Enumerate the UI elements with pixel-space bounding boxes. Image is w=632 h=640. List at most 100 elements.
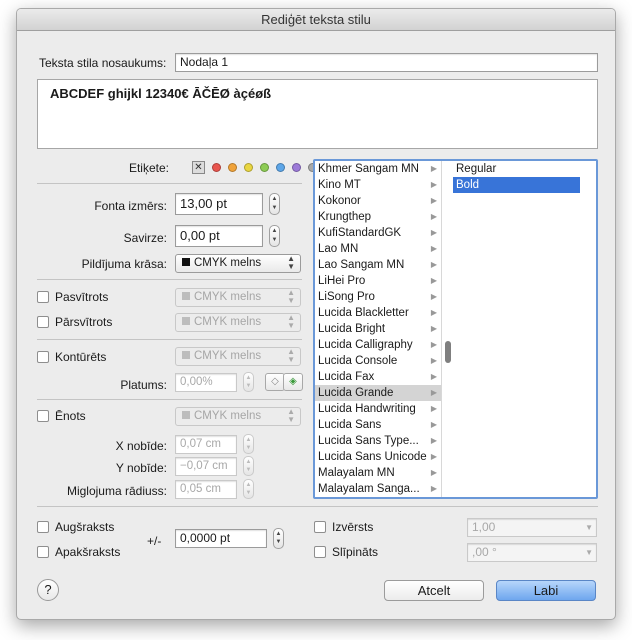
help-button[interactable]: ? — [37, 579, 59, 601]
tag-color-dot[interactable] — [212, 163, 221, 172]
font-family-name: LiSong Pro — [318, 291, 375, 303]
tag-color-dot[interactable] — [228, 163, 237, 172]
x-offset-stepper[interactable]: ▲ ▼ — [243, 434, 254, 454]
strikethrough-checkbox[interactable] — [37, 316, 49, 328]
font-family-item[interactable]: Lucida Calligraphy ▶ — [315, 337, 441, 353]
disclosure-arrow-icon: ▶ — [430, 372, 437, 381]
divider — [37, 279, 302, 280]
blur-radius-input[interactable]: 0,05 cm — [175, 480, 237, 499]
font-family-item[interactable]: Malayalam Sanga... ▶ — [315, 481, 441, 497]
font-family-item[interactable]: Lucida Console ▶ — [315, 353, 441, 369]
tag-color-dot[interactable] — [260, 163, 269, 172]
superscript-checkbox[interactable] — [37, 521, 49, 533]
font-family-item[interactable]: Lucida Grande ▶ — [315, 385, 441, 401]
extended-value: 1,00 — [472, 520, 496, 534]
font-family-item[interactable]: Lucida Bright ▶ — [315, 321, 441, 337]
font-family-item[interactable]: Krungthep ▶ — [315, 209, 441, 225]
font-family-item[interactable]: Lucida Handwriting ▶ — [315, 401, 441, 417]
fill-color-popup[interactable]: CMYK melns ▲ ▼ — [175, 254, 301, 273]
outline-color-value: CMYK melns — [194, 350, 262, 362]
fill-color-value: CMYK melns — [194, 257, 262, 269]
strikethrough-color-popup[interactable]: CMYK melns ▲ ▼ — [175, 313, 301, 332]
font-size-stepper[interactable]: ▲ ▼ — [269, 193, 280, 215]
extended-label: Izvērsts — [332, 520, 374, 534]
disclosure-arrow-icon: ▶ — [430, 196, 437, 205]
y-offset-input[interactable]: −0,07 cm — [175, 457, 237, 476]
font-family-item[interactable]: Malayalam MN ▶ — [315, 465, 441, 481]
font-family-scrollbar[interactable] — [444, 161, 452, 497]
font-browser[interactable]: Khmer Sangam MN ▶ Kino MT ▶ Kokonor ▶ Krungthe… — [313, 159, 598, 499]
blur-radius-stepper[interactable]: ▲ ▼ — [243, 479, 254, 499]
font-family-item[interactable]: Lucida Sans Unicode ▶ — [315, 449, 441, 465]
font-family-name: Lucida Sans Unicode — [318, 451, 427, 463]
window-title: Rediģēt teksta stilu — [17, 9, 615, 31]
font-style-item[interactable]: Regular — [453, 161, 596, 177]
font-family-item[interactable]: Kokonor ▶ — [315, 193, 441, 209]
disclosure-arrow-icon: ▶ — [430, 276, 437, 285]
popup-arrows-icon: ▲ ▼ — [287, 347, 295, 364]
divider — [37, 183, 302, 184]
tracking-stepper[interactable]: ▲ ▼ — [269, 225, 280, 247]
gray-swatch-icon — [182, 292, 190, 300]
disclosure-arrow-icon: ▶ — [430, 340, 437, 349]
cancel-button[interactable]: Atcelt — [384, 580, 484, 601]
outline-checkbox[interactable] — [37, 351, 49, 363]
edit-text-style-dialog: Rediģēt teksta stilu Teksta stila nosauk… — [16, 8, 616, 620]
tag-color-dot[interactable] — [292, 163, 301, 172]
y-offset-stepper[interactable]: ▲ ▼ — [243, 456, 254, 476]
outline-inside-icon[interactable]: ◇ — [265, 373, 285, 391]
baseline-stepper[interactable]: ▲ ▼ — [273, 528, 284, 549]
tag-color-dot[interactable] — [276, 163, 285, 172]
outline-width-stepper[interactable]: ▲ ▼ — [243, 372, 254, 392]
font-family-item[interactable]: Khmer Sangam MN ▶ — [315, 161, 441, 177]
x-offset-input[interactable]: 0,07 cm — [175, 435, 237, 454]
font-style-list[interactable]: Regular Bold — [453, 161, 596, 497]
disclosure-arrow-icon: ▶ — [430, 244, 437, 253]
font-family-name: Lucida Sans Type... — [318, 435, 419, 447]
baseline-input[interactable]: 0,0000 pt — [175, 529, 267, 548]
tracking-input[interactable]: 0,00 pt — [175, 225, 263, 247]
subscript-checkbox[interactable] — [37, 546, 49, 558]
font-family-list[interactable]: Khmer Sangam MN ▶ Kino MT ▶ Kokonor ▶ Krungthe… — [315, 161, 442, 497]
font-family-item[interactable]: LiHei Pro ▶ — [315, 273, 441, 289]
ok-button[interactable]: Labi — [496, 580, 596, 601]
extended-checkbox[interactable] — [314, 521, 326, 533]
combo-arrow-icon[interactable]: ▼ — [585, 544, 593, 561]
font-family-item[interactable]: Lucida Fax ▶ — [315, 369, 441, 385]
disclosure-arrow-icon: ▶ — [430, 484, 437, 493]
popup-arrows-icon: ▲ ▼ — [287, 407, 295, 424]
outline-width-input[interactable]: 0,00% — [175, 373, 237, 392]
underline-color-popup[interactable]: CMYK melns ▲ ▼ — [175, 288, 301, 307]
scroll-thumb[interactable] — [445, 341, 451, 363]
outline-outside-icon[interactable]: ◈ — [283, 373, 303, 391]
style-name-input[interactable]: Nodaļa 1 — [175, 53, 598, 72]
strikethrough-label: Pārsvītrots — [55, 315, 113, 329]
extended-combo[interactable]: 1,00 ▼ — [467, 518, 597, 537]
underline-checkbox[interactable] — [37, 291, 49, 303]
font-family-item[interactable]: Lucida Blackletter ▶ — [315, 305, 441, 321]
underline-label: Pasvītrots — [55, 290, 109, 304]
font-family-item[interactable]: Lao Sangam MN ▶ — [315, 257, 441, 273]
font-family-item[interactable]: Lao MN ▶ — [315, 241, 441, 257]
shadow-checkbox[interactable] — [37, 410, 49, 422]
disclosure-arrow-icon: ▶ — [430, 420, 437, 429]
font-family-item[interactable]: Lucida Sans Type... ▶ — [315, 433, 441, 449]
tag-color-dot[interactable] — [244, 163, 253, 172]
disclosure-arrow-icon: ▶ — [430, 164, 437, 173]
font-family-item[interactable]: Kino MT ▶ — [315, 177, 441, 193]
italic-combo[interactable]: ,00 ° ▼ — [467, 543, 597, 562]
font-size-label: Fonta izmērs: — [94, 199, 167, 213]
combo-arrow-icon[interactable]: ▼ — [585, 519, 593, 536]
font-family-item[interactable]: KufiStandardGK ▶ — [315, 225, 441, 241]
italic-checkbox[interactable] — [314, 546, 326, 558]
y-offset-label: Y nobīde: — [115, 461, 167, 475]
font-style-item[interactable]: Bold — [453, 177, 580, 193]
outline-width-label: Platums: — [120, 378, 167, 392]
superscript-label: Augšraksts — [55, 520, 115, 534]
font-family-item[interactable]: LiSong Pro ▶ — [315, 289, 441, 305]
shadow-color-popup[interactable]: CMYK melns ▲ ▼ — [175, 407, 301, 426]
outline-color-popup[interactable]: CMYK melns ▲ ▼ — [175, 347, 301, 366]
font-size-input[interactable]: 13,00 pt — [175, 193, 263, 215]
font-family-item[interactable]: Lucida Sans ▶ — [315, 417, 441, 433]
clear-tag-icon[interactable]: ✕ — [192, 161, 205, 174]
